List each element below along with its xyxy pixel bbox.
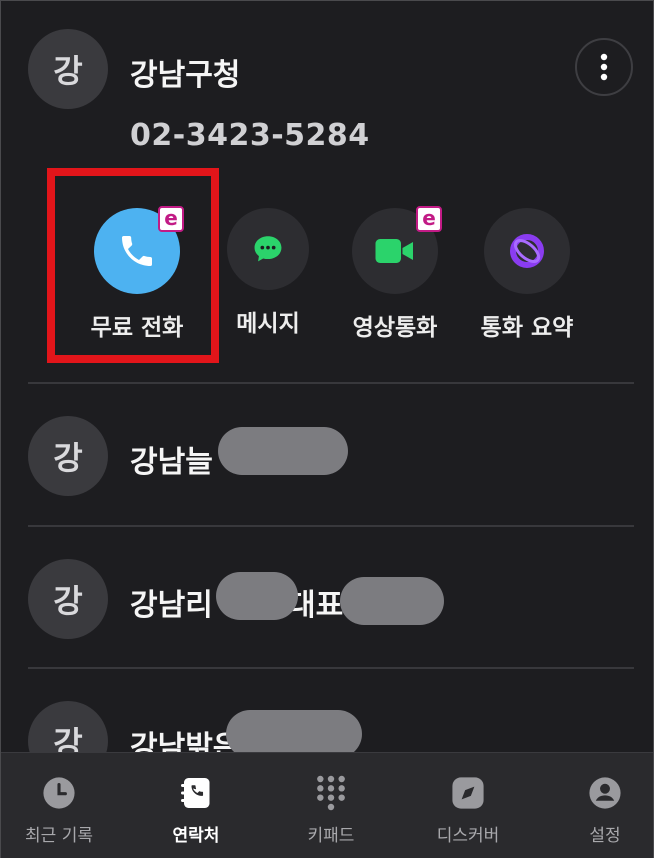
list-item-avatar: 강 — [28, 416, 108, 496]
clock-icon — [43, 777, 75, 809]
compass-icon — [452, 777, 484, 809]
redacted-blur — [218, 427, 348, 475]
list-item-name[interactable]: 강남리 — [130, 580, 213, 624]
redacted-blur — [340, 577, 444, 625]
chat-icon — [254, 236, 282, 262]
tab-label: 연락처 — [172, 826, 220, 846]
tab-label: 디스커버 — [436, 826, 500, 846]
video-camera-icon — [375, 239, 413, 263]
divider — [28, 382, 634, 384]
tab-label: 키패드 — [307, 826, 355, 846]
video-call-button[interactable]: e 영상통화 — [346, 206, 444, 342]
contact-avatar: 강 — [28, 29, 108, 109]
tab-label: 설정 — [589, 826, 621, 846]
video-call-circle: e — [352, 206, 442, 294]
tab-label: 최근 기록 — [25, 826, 93, 846]
divider — [28, 667, 634, 669]
message-label: 메시지 — [236, 311, 300, 337]
call-summary-button[interactable]: 통화 요약 — [472, 208, 582, 342]
keypad-icon — [317, 775, 345, 811]
call-summary-label: 통화 요약 — [480, 315, 574, 341]
divider — [28, 525, 634, 527]
message-circle — [227, 208, 309, 290]
e-badge-icon: e — [416, 206, 442, 232]
call-summary-circle — [484, 208, 570, 294]
more-vertical-icon — [600, 53, 608, 81]
video-call-label: 영상통화 — [352, 315, 438, 341]
person-icon — [589, 777, 621, 809]
list-item-name[interactable]: 강남늘 — [130, 437, 213, 481]
tab-discover[interactable]: 디스커버 — [403, 753, 533, 858]
ai-summary-icon — [510, 234, 544, 268]
contacts-book-icon — [181, 778, 210, 808]
redacted-blur — [226, 710, 362, 758]
list-item-avatar: 강 — [28, 559, 108, 639]
tab-keypad[interactable]: 키패드 — [266, 753, 396, 858]
bottom-tab-bar: 최근 기록 연락처 키패드 디스커버 설정 — [1, 752, 653, 858]
more-options-button[interactable] — [575, 38, 633, 96]
message-button[interactable]: 메시지 — [222, 208, 314, 338]
tab-recent[interactable]: 최근 기록 — [0, 753, 124, 858]
tab-contacts[interactable]: 연락처 — [131, 753, 261, 858]
redacted-blur — [216, 572, 298, 620]
tab-settings[interactable]: 설정 — [540, 753, 654, 858]
contact-name: 강남구청 — [130, 58, 241, 93]
contact-phone-number: 02-3423-5284 — [130, 118, 370, 153]
free-call-highlight-box — [47, 168, 219, 363]
